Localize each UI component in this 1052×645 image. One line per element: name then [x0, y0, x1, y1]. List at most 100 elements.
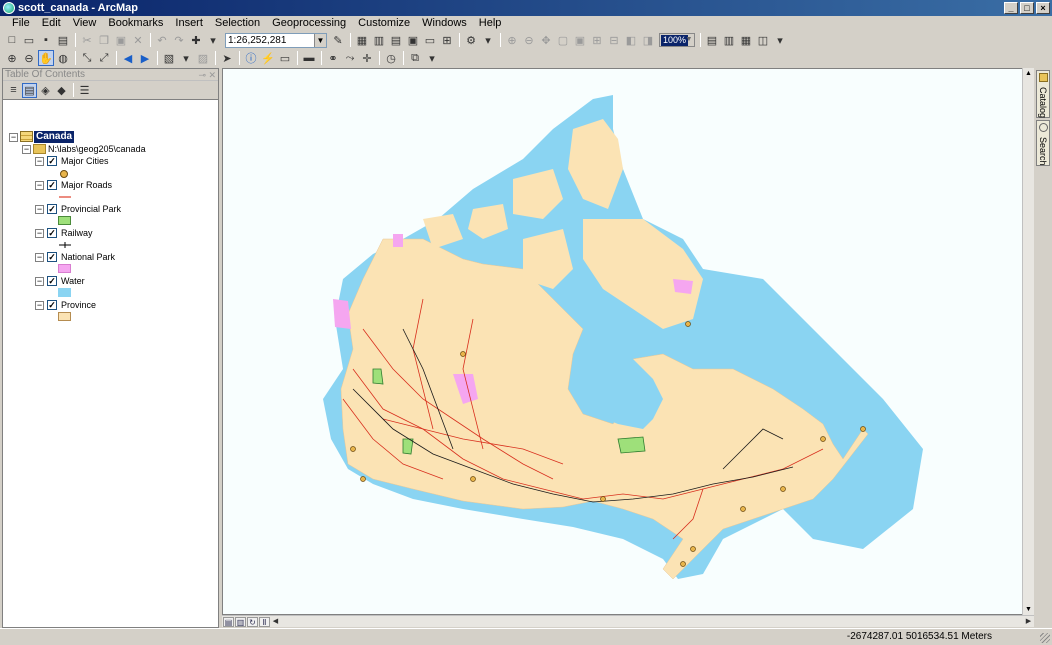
pause-drawing-icon[interactable]: Ⅱ	[259, 616, 270, 627]
map-vertical-scrollbar[interactable]: ▲ ▼	[1022, 68, 1034, 615]
clear-selection-icon[interactable]: ▨	[195, 50, 211, 66]
list-by-drawing-order-icon[interactable]: ≡	[6, 83, 21, 98]
scroll-left-icon[interactable]: ◀	[270, 617, 281, 627]
collapse-layer-icon[interactable]: −	[35, 229, 44, 238]
close-button[interactable]: ×	[1036, 2, 1050, 14]
fixed-zoom-in-icon[interactable]: ⤡	[79, 50, 95, 66]
close-icon[interactable]: ✕	[208, 69, 216, 81]
map-scale-combobox[interactable]: 1:26,252,281 ▼	[225, 32, 327, 48]
model-builder-icon[interactable]: ⊞	[439, 32, 455, 48]
go-back-extent-icon[interactable]: ◧	[623, 32, 639, 48]
collapse-layer-icon[interactable]: −	[35, 301, 44, 310]
cut-icon[interactable]: ✂	[79, 32, 95, 48]
chevron-down-icon[interactable]: ▾	[178, 50, 194, 66]
menu-edit[interactable]: Edit	[36, 16, 67, 31]
toggle-draft-mode-icon[interactable]: ▤	[704, 32, 720, 48]
fixed-zoom-out-icon[interactable]: ⊟	[606, 32, 622, 48]
canada-map[interactable]	[223, 69, 1034, 615]
forward-arrow-icon[interactable]: ▶	[137, 50, 153, 66]
create-viewer-window-icon[interactable]: ⧉	[407, 50, 423, 66]
search-dock-tab[interactable]: Search	[1036, 120, 1050, 166]
add-data-dropdown-icon[interactable]: ▾	[205, 32, 221, 48]
menu-selection[interactable]: Selection	[209, 16, 266, 31]
chevron-down-icon[interactable]: ▼	[314, 33, 326, 47]
list-by-selection-icon[interactable]: ◆	[54, 83, 69, 98]
layer-visibility-checkbox[interactable]: ✓	[47, 156, 57, 166]
back-arrow-icon[interactable]: ◀	[120, 50, 136, 66]
minimize-button[interactable]: _	[1004, 2, 1018, 14]
layer-visibility-checkbox[interactable]: ✓	[47, 180, 57, 190]
layer-name[interactable]: Railway	[61, 228, 93, 239]
select-features-icon[interactable]: ▧	[161, 50, 177, 66]
data-view-icon[interactable]: ▤	[223, 616, 234, 627]
fixed-zoom-out-icon[interactable]: ⤢	[96, 50, 112, 66]
folder-path-label[interactable]: N:\labs\geog205\canada	[48, 144, 146, 155]
layer-visibility-checkbox[interactable]: ✓	[47, 252, 57, 262]
maximize-button[interactable]: □	[1020, 2, 1034, 14]
toolbar-options-icon[interactable]: ▾	[424, 50, 440, 66]
layer-visibility-checkbox[interactable]: ✓	[47, 276, 57, 286]
select-elements-arrow-icon[interactable]: ➤	[219, 50, 235, 66]
open-folder-icon[interactable]: ▭	[21, 32, 37, 48]
zoom-in-icon[interactable]: ⊕	[4, 50, 20, 66]
map-display[interactable]	[222, 68, 1034, 615]
delete-icon[interactable]: ✕	[130, 32, 146, 48]
layer-name[interactable]: Major Cities	[61, 156, 109, 167]
menu-help[interactable]: Help	[473, 16, 508, 31]
new-document-icon[interactable]: □	[4, 32, 20, 48]
go-to-xy-icon[interactable]: ✛	[359, 50, 375, 66]
menu-windows[interactable]: Windows	[416, 16, 473, 31]
menu-bookmarks[interactable]: Bookmarks	[102, 16, 169, 31]
toolbar-options-icon[interactable]: ▾	[480, 32, 496, 48]
full-extent-globe-icon[interactable]: ◍	[55, 50, 71, 66]
fixed-zoom-in-icon[interactable]: ⊞	[589, 32, 605, 48]
catalog-dock-tab[interactable]: Catalog	[1036, 70, 1050, 118]
menu-customize[interactable]: Customize	[352, 16, 416, 31]
catalog-window-icon[interactable]: ▥	[371, 32, 387, 48]
pan-hand-icon[interactable]: ✋	[38, 50, 54, 66]
layer-name[interactable]: Province	[61, 300, 96, 311]
go-forward-extent-icon[interactable]: ◨	[640, 32, 656, 48]
data-frame-label[interactable]: Canada	[34, 131, 75, 143]
layout-zoom-in-icon[interactable]: ⊕	[504, 32, 520, 48]
resize-grip-icon[interactable]	[1040, 633, 1050, 643]
collapse-layer-icon[interactable]: −	[35, 181, 44, 190]
zoom-whole-page-icon[interactable]: ▢	[555, 32, 571, 48]
measure-ruler-icon[interactable]: ▬	[301, 50, 317, 66]
time-slider-icon[interactable]: ◷	[383, 50, 399, 66]
layer-name[interactable]: Water	[61, 276, 85, 287]
menu-geoprocessing[interactable]: Geoprocessing	[266, 16, 352, 31]
chevron-down-icon[interactable]: ▼	[684, 34, 694, 46]
search-window-icon[interactable]: ▤	[388, 32, 404, 48]
toolbar-options-icon[interactable]: ▾	[772, 32, 788, 48]
change-layout-icon[interactable]: ▦	[738, 32, 754, 48]
zoom-out-icon[interactable]: ⊖	[21, 50, 37, 66]
refresh-icon[interactable]: ↻	[247, 616, 258, 627]
find-binoculars-icon[interactable]: ⚭	[325, 50, 341, 66]
collapse-layer-icon[interactable]: −	[35, 157, 44, 166]
paste-icon[interactable]: ▣	[113, 32, 129, 48]
layer-visibility-checkbox[interactable]: ✓	[47, 228, 57, 238]
layout-pan-icon[interactable]: ✥	[538, 32, 554, 48]
redo-icon[interactable]: ↷	[171, 32, 187, 48]
collapse-layer-icon[interactable]: −	[35, 277, 44, 286]
list-by-source-icon[interactable]: ▤	[22, 82, 37, 98]
add-data-icon[interactable]: ✚	[188, 32, 204, 48]
save-icon[interactable]: ▪	[38, 32, 54, 48]
menu-view[interactable]: View	[67, 16, 103, 31]
pin-icon[interactable]: ⊸	[198, 69, 206, 81]
layer-visibility-checkbox[interactable]: ✓	[47, 204, 57, 214]
menu-insert[interactable]: Insert	[169, 16, 209, 31]
table-of-contents-icon[interactable]: ▦	[354, 32, 370, 48]
layer-name[interactable]: National Park	[61, 252, 115, 263]
map-horizontal-scrollbar[interactable]: ▤ ▥ ↻ Ⅱ ◀ ▶	[222, 615, 1034, 627]
toc-options-icon[interactable]: ☰	[77, 83, 92, 98]
collapse-layer-icon[interactable]: −	[35, 205, 44, 214]
layout-view-icon[interactable]: ▥	[235, 616, 246, 627]
html-popup-icon[interactable]: ▭	[277, 50, 293, 66]
layer-name[interactable]: Provincial Park	[61, 204, 121, 215]
python-window-icon[interactable]: ▭	[422, 32, 438, 48]
undo-icon[interactable]: ↶	[154, 32, 170, 48]
collapse-layer-icon[interactable]: −	[35, 253, 44, 262]
find-route-icon[interactable]: ⤳	[342, 50, 358, 66]
